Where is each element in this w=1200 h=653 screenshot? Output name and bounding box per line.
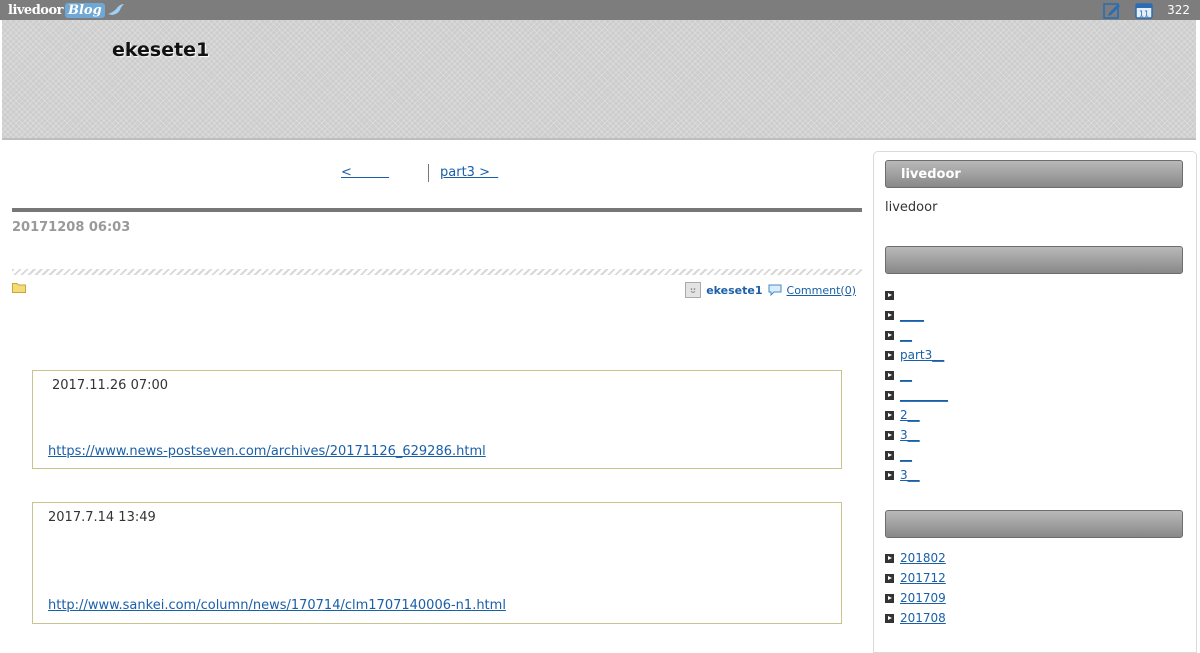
- list-item: 2__: [885, 405, 948, 425]
- bullet-arrow-icon: [885, 310, 894, 320]
- bullet-arrow-icon: [885, 390, 894, 400]
- bullet-arrow-icon: [885, 430, 894, 440]
- list-item: 201802: [885, 548, 946, 568]
- recent-entry-link[interactable]: __: [900, 328, 912, 342]
- recent-entry-link[interactable]: 3__: [900, 468, 920, 482]
- entry-pager: < part3 >: [12, 164, 862, 184]
- comment-icon: [768, 284, 782, 296]
- quote-box: 2017.11.26 07:00 https://www.news-postse…: [32, 370, 842, 469]
- recent-entry-link[interactable]: ____: [900, 308, 924, 322]
- list-item: __: [885, 445, 948, 465]
- list-item: part3__: [885, 345, 948, 365]
- visitor-count: 322: [1167, 3, 1190, 17]
- list-item: 201712: [885, 568, 946, 588]
- pager-divider: [428, 164, 429, 182]
- list-item: __: [885, 325, 948, 345]
- list-item: 3__: [885, 465, 948, 485]
- topbar-tools: 11 322: [1103, 0, 1190, 20]
- bullet-arrow-icon: [885, 553, 894, 563]
- folder-icon[interactable]: [12, 282, 26, 293]
- quote-date: 2017.7.14 13:49: [48, 510, 156, 525]
- main-content: < part3 > 20171208 06:03 ekesete1 Commen…: [12, 140, 862, 630]
- logo-blog-text: Blog: [64, 2, 105, 18]
- list-item: ____: [885, 305, 948, 325]
- quote-box: 2017.7.14 13:49 http://www.sankei.com/co…: [32, 502, 842, 624]
- archive-link[interactable]: 201708: [900, 611, 946, 625]
- sidebar-section-title: livedoor: [901, 167, 961, 182]
- recent-entries-list: ____ __ part3__ __ ________ 2__ 3__ __ 3…: [885, 285, 948, 485]
- top-bar: livedoor Blog 11 322: [0, 0, 1200, 20]
- entry-date: 20171208 06:03: [12, 220, 131, 235]
- entry-divider: [12, 208, 862, 212]
- entry-meta: ekesete1 Comment(0): [12, 280, 862, 300]
- author-avatar-icon: [685, 282, 702, 298]
- archive-link[interactable]: 201709: [900, 591, 946, 605]
- blog-title[interactable]: ekesete1: [112, 39, 209, 61]
- archive-link[interactable]: 201712: [900, 571, 946, 585]
- bullet-arrow-icon: [885, 350, 894, 360]
- sidebar-section-header-recent: [885, 246, 1183, 274]
- recent-entry-link[interactable]: ________: [900, 388, 948, 402]
- calendar-day: 11: [1139, 9, 1149, 18]
- bullet-arrow-icon: [885, 573, 894, 583]
- bullet-arrow-icon: [885, 593, 894, 603]
- list-item: [885, 285, 948, 305]
- entry-author[interactable]: ekesete1: [706, 284, 762, 297]
- bird-icon: [107, 4, 124, 15]
- next-entry-link[interactable]: part3 >: [440, 165, 498, 180]
- archive-link[interactable]: 201802: [900, 551, 946, 565]
- bullet-arrow-icon: [885, 290, 894, 300]
- recent-entry-link[interactable]: __: [900, 368, 912, 382]
- prev-entry-link[interactable]: <: [341, 165, 389, 180]
- sidebar-section-header: livedoor: [885, 160, 1183, 188]
- sidebar-section-header-archives: [885, 510, 1183, 538]
- calendar-icon[interactable]: 11: [1135, 2, 1153, 19]
- entry-meta-right: ekesete1 Comment(0): [685, 282, 856, 298]
- livedoor-blog-logo[interactable]: livedoor Blog: [8, 1, 125, 19]
- list-item: ________: [885, 385, 948, 405]
- recent-entry-link[interactable]: part3__: [900, 348, 944, 362]
- bullet-arrow-icon: [885, 450, 894, 460]
- sidebar: livedoor livedoor ____ __ part3__ __ ___…: [873, 151, 1197, 653]
- quote-source-link[interactable]: https://www.news-postseven.com/archives/…: [48, 444, 486, 459]
- list-item: 201709: [885, 588, 946, 608]
- comment-link[interactable]: Comment(0): [787, 284, 856, 297]
- recent-entry-link[interactable]: 3__: [900, 428, 920, 442]
- quote-source-link[interactable]: http://www.sankei.com/column/news/170714…: [48, 598, 506, 613]
- bullet-arrow-icon: [885, 370, 894, 380]
- blog-header: ekesete1: [2, 20, 1196, 140]
- bullet-arrow-icon: [885, 613, 894, 623]
- recent-entry-link[interactable]: 2__: [900, 408, 920, 422]
- edit-post-icon[interactable]: [1103, 2, 1121, 19]
- archives-list: 201802 201712 201709 201708: [885, 548, 946, 628]
- list-item: __: [885, 365, 948, 385]
- bullet-arrow-icon: [885, 330, 894, 340]
- list-item: 201708: [885, 608, 946, 628]
- logo-text: livedoor: [8, 2, 63, 18]
- entry-title-underline: [12, 269, 862, 275]
- quote-date: 2017.11.26 07:00: [52, 378, 169, 393]
- bullet-arrow-icon: [885, 470, 894, 480]
- recent-entry-link[interactable]: __: [900, 448, 912, 462]
- sidebar-profile-text: livedoor: [885, 200, 938, 215]
- list-item: 3__: [885, 425, 948, 445]
- bullet-arrow-icon: [885, 410, 894, 420]
